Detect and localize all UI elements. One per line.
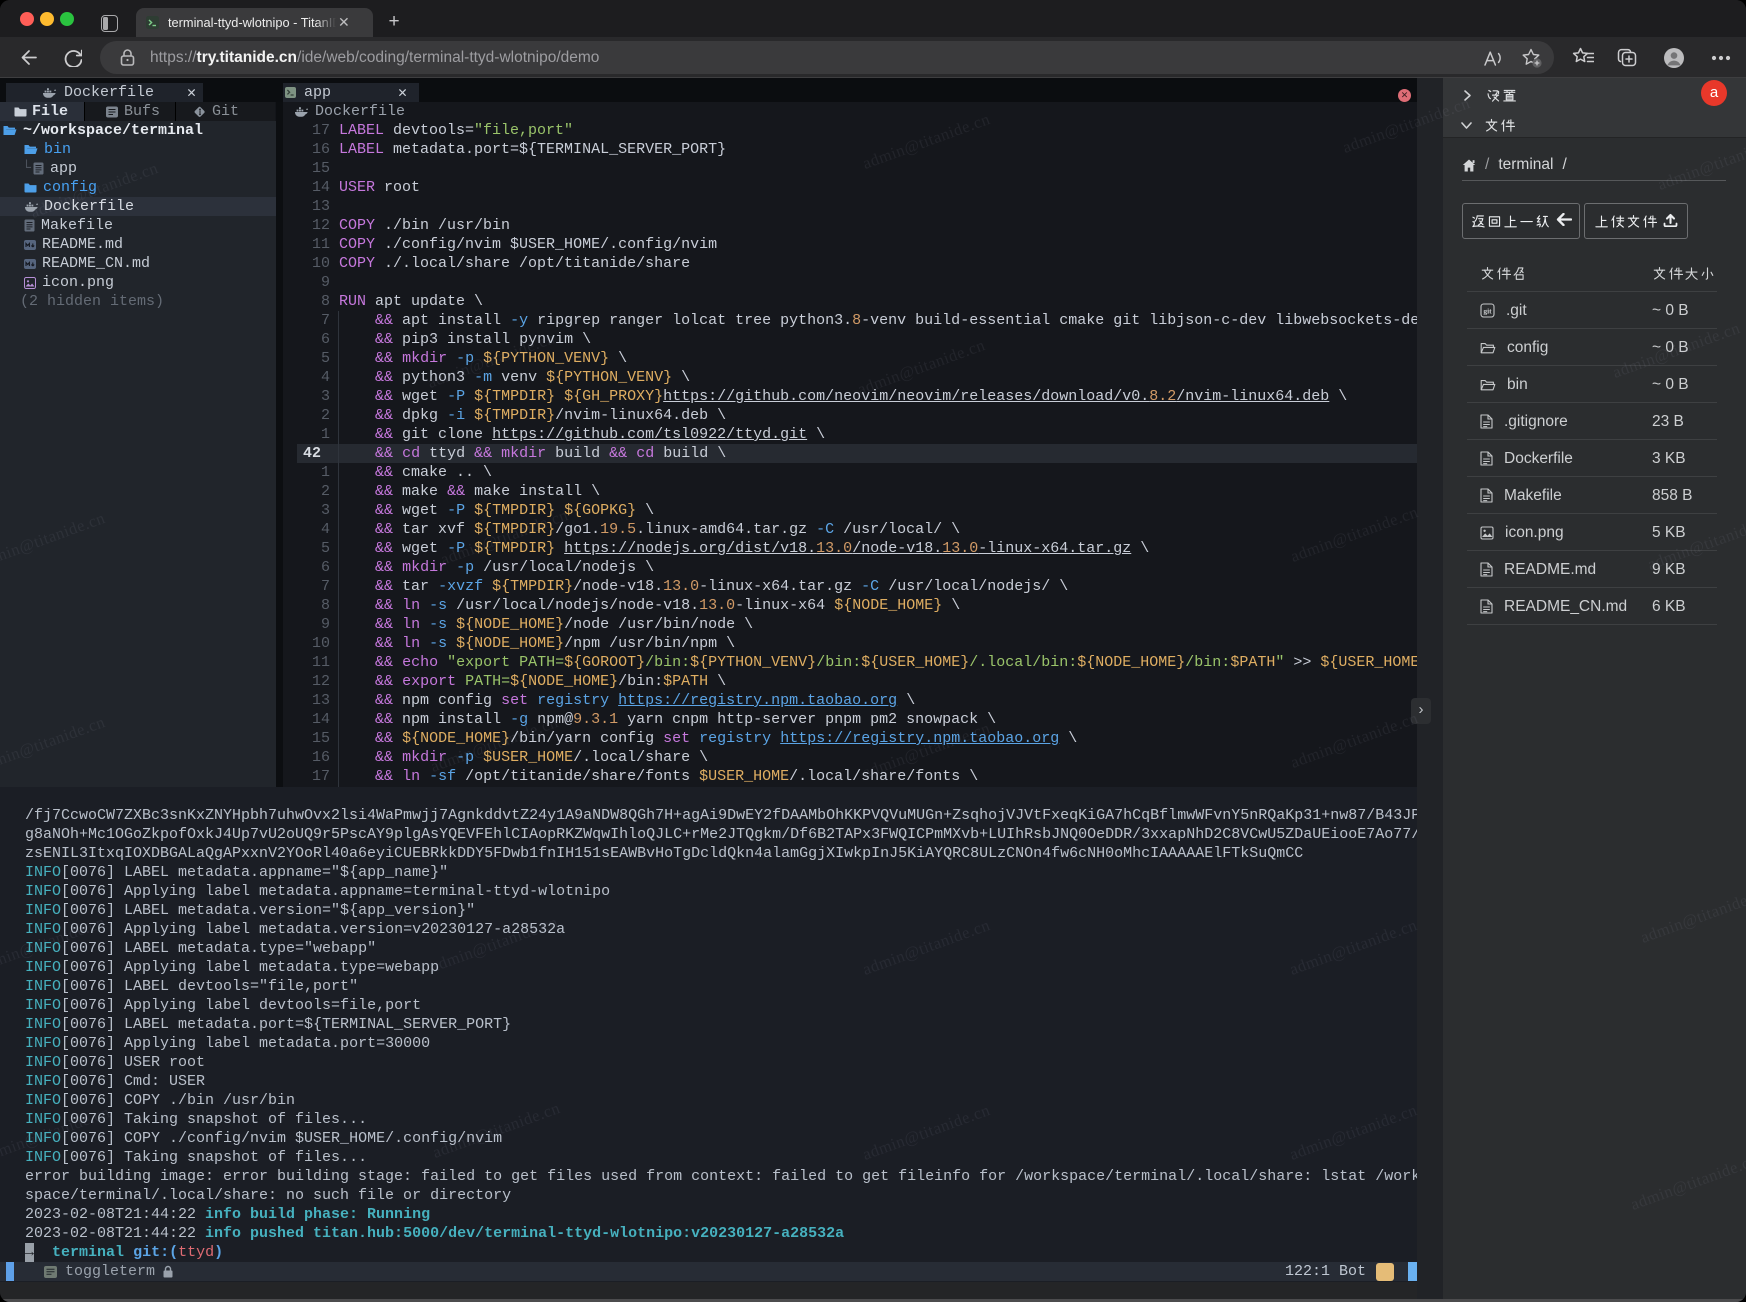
svg-text:git: git — [1483, 306, 1492, 315]
